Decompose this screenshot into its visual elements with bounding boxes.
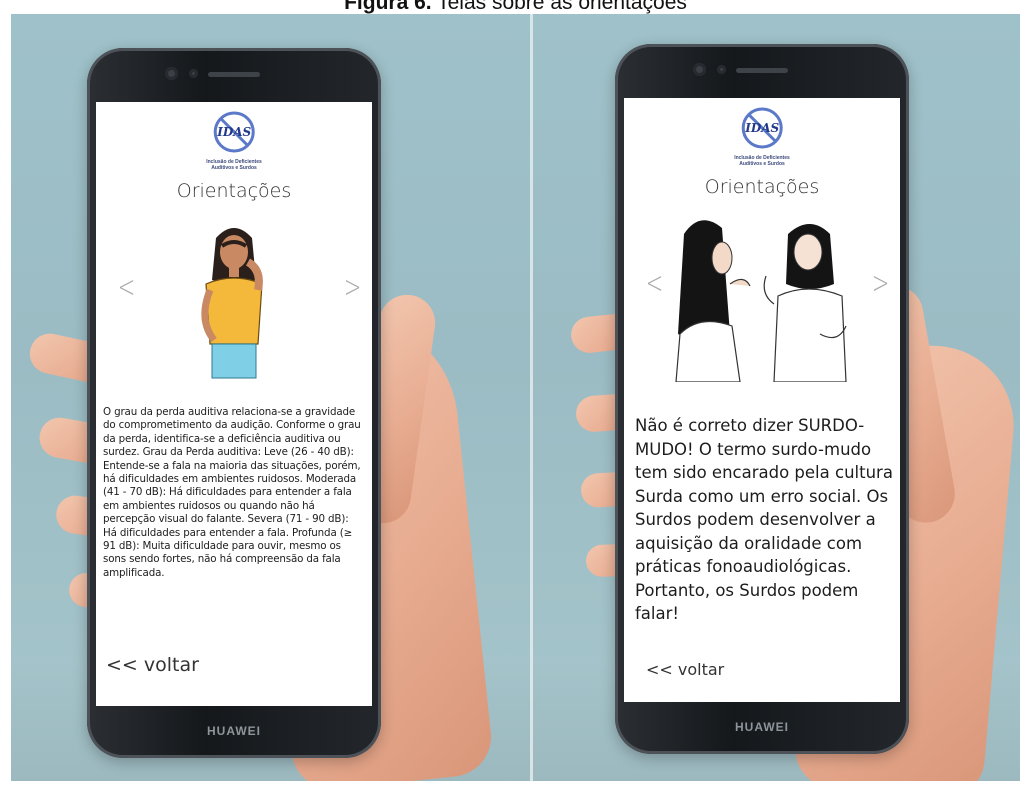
page-title: Orientações bbox=[704, 176, 820, 198]
idas-logo-icon: IDAS bbox=[741, 107, 783, 149]
page-title: Orientações bbox=[176, 180, 292, 202]
earpiece-speaker bbox=[208, 72, 260, 77]
next-arrow-button[interactable]: > bbox=[872, 266, 890, 301]
logo-subtitle-line: Auditivos e Surdos bbox=[739, 161, 785, 167]
phone-brand: HUAWEI bbox=[207, 724, 261, 738]
guidance-text: Não é correto dizer SURDO-MUDO! O termo … bbox=[635, 416, 893, 623]
phone-right: IDAS Inclusão de Deficientes Auditivos e… bbox=[615, 44, 909, 754]
front-camera-icon bbox=[693, 63, 706, 76]
photo-composite: IDAS Inclusão de Deficientes Auditivos e… bbox=[11, 14, 1020, 781]
phone-left: IDAS Inclusão de Deficientes Auditivos e… bbox=[87, 48, 381, 758]
sensor-icon bbox=[189, 69, 198, 78]
app-logo: IDAS Inclusão de Deficientes Auditivos e… bbox=[206, 110, 262, 171]
next-arrow-button[interactable]: > bbox=[344, 270, 362, 305]
app-screen: IDAS Inclusão de Deficientes Auditivos e… bbox=[624, 98, 900, 702]
guidance-text: O grau da perda auditiva relaciona-se a … bbox=[103, 406, 361, 579]
logo-subtitle-line: Auditivos e Surdos bbox=[211, 165, 257, 171]
back-button[interactable]: << voltar bbox=[106, 654, 199, 676]
figure-title: Telas sobre as orientações bbox=[437, 0, 687, 14]
logo-text: IDAS bbox=[744, 121, 779, 135]
photo-divider bbox=[530, 14, 533, 781]
woman-listening-illustration bbox=[201, 228, 263, 379]
logo-text: IDAS bbox=[216, 125, 251, 139]
prev-arrow-button[interactable]: < bbox=[118, 270, 136, 305]
earpiece-speaker bbox=[736, 68, 788, 73]
women-signing-illustration bbox=[675, 220, 847, 382]
app-logo: IDAS Inclusão de Deficientes Auditivos e… bbox=[734, 106, 790, 167]
logo-subtitle: Inclusão de Deficientes Auditivos e Surd… bbox=[206, 159, 262, 171]
app-screen: IDAS Inclusão de Deficientes Auditivos e… bbox=[96, 102, 372, 706]
sensor-icon bbox=[717, 65, 726, 74]
prev-arrow-button[interactable]: < bbox=[646, 266, 664, 301]
figure-label: Figura 6. bbox=[344, 0, 432, 14]
front-camera-icon bbox=[165, 67, 178, 80]
idas-logo-icon: IDAS bbox=[213, 111, 255, 153]
logo-subtitle: Inclusão de Deficientes Auditivos e Surd… bbox=[734, 155, 790, 167]
phone-brand: HUAWEI bbox=[735, 720, 789, 734]
figure-caption: Figura 6. Telas sobre as orientações bbox=[0, 0, 1031, 15]
back-button[interactable]: << voltar bbox=[646, 660, 724, 679]
